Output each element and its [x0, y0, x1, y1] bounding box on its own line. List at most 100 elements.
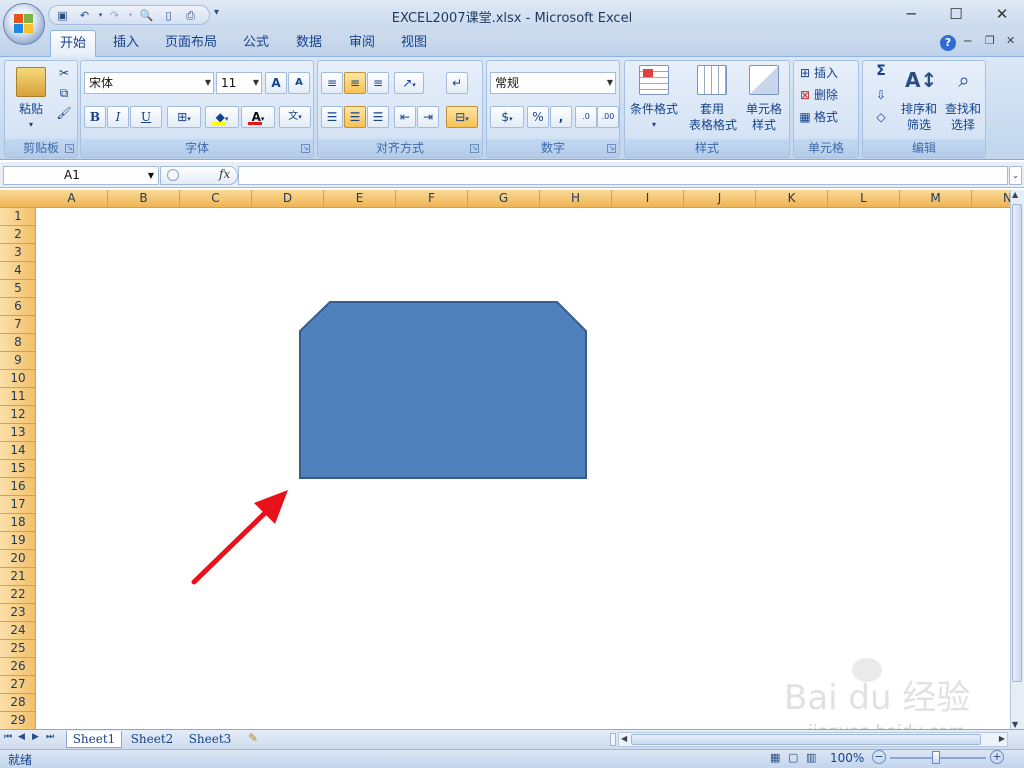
row-header[interactable]: 11 [0, 388, 35, 406]
zoom-slider-thumb[interactable] [932, 751, 940, 764]
tab-data[interactable]: 数据 [287, 32, 331, 56]
grow-font-button[interactable]: A [265, 72, 287, 94]
insert-sheet-icon[interactable]: ✎ [248, 731, 258, 745]
row-header[interactable]: 17 [0, 496, 35, 514]
copy-icon[interactable]: ⧉ [55, 85, 73, 101]
insert-function-button[interactable]: fx [219, 167, 230, 181]
number-format-select[interactable]: 常规 ▼ [490, 72, 616, 94]
insert-cells-button[interactable]: 插入 [814, 65, 856, 81]
paste-dropdown-icon[interactable]: ▾ [11, 117, 51, 133]
tab-split-handle[interactable] [610, 733, 616, 746]
row-header[interactable]: 8 [0, 334, 35, 352]
comma-button[interactable]: , [550, 106, 572, 128]
circle-handle-icon[interactable] [167, 169, 179, 181]
help-icon[interactable]: ? [940, 35, 956, 51]
cell-grid[interactable] [37, 208, 1010, 729]
autosum-button[interactable]: Σ [869, 63, 893, 79]
sort-filter-button[interactable]: 筛选 [895, 117, 943, 133]
underline-button[interactable]: U [130, 106, 162, 128]
decrease-indent-icon[interactable]: ⇤ [394, 106, 416, 128]
conditional-format-dropdown-icon[interactable]: ▾ [625, 117, 683, 133]
tab-view[interactable]: 视图 [392, 32, 436, 56]
sheet-tab-3[interactable]: Sheet3 [182, 731, 238, 748]
column-header[interactable]: E [324, 190, 396, 208]
decrease-decimal-icon[interactable]: .00 [597, 106, 619, 128]
sheet-tab-2[interactable]: Sheet2 [124, 731, 180, 748]
column-header[interactable]: D [252, 190, 324, 208]
row-header[interactable]: 13 [0, 424, 35, 442]
prev-sheet-icon[interactable]: ◀ [18, 732, 25, 742]
middle-align-icon[interactable]: ≡ [344, 72, 366, 94]
horizontal-scrollbar[interactable]: ◀ ▶ [618, 732, 1008, 747]
zoom-in-icon[interactable]: + [990, 750, 1004, 764]
format-table-line1[interactable]: 套用 [683, 101, 741, 117]
phonetic-icon[interactable]: 文▾ [279, 106, 311, 128]
row-header[interactable]: 14 [0, 442, 35, 460]
column-header[interactable]: L [828, 190, 900, 208]
font-name-select[interactable]: 宋体 ▼ [84, 72, 214, 94]
bottom-align-icon[interactable]: ≡ [367, 72, 389, 94]
percent-button[interactable]: % [527, 106, 549, 128]
row-header[interactable]: 16 [0, 478, 35, 496]
scroll-left-icon[interactable]: ◀ [621, 734, 627, 743]
row-header[interactable]: 21 [0, 568, 35, 586]
column-header[interactable]: F [396, 190, 468, 208]
row-header[interactable]: 25 [0, 640, 35, 658]
column-header[interactable]: K [756, 190, 828, 208]
column-header[interactable]: A [36, 190, 108, 208]
column-header[interactable]: G [468, 190, 540, 208]
tab-page-layout[interactable]: 页面布局 [158, 32, 224, 56]
row-header[interactable]: 26 [0, 658, 35, 676]
row-header[interactable]: 24 [0, 622, 35, 640]
page-layout-view-icon[interactable]: ▢ [788, 751, 798, 764]
minimize-button[interactable]: ─ [898, 4, 924, 24]
row-header[interactable]: 10 [0, 370, 35, 388]
page-break-view-icon[interactable]: ▥ [806, 751, 816, 764]
tab-formulas[interactable]: 公式 [234, 32, 278, 56]
row-header[interactable]: 19 [0, 532, 35, 550]
increase-decimal-icon[interactable]: .0 [575, 106, 597, 128]
row-header[interactable]: 15 [0, 460, 35, 478]
cut-icon[interactable]: ✂ [55, 65, 73, 81]
tab-insert[interactable]: 插入 [104, 32, 148, 56]
increase-indent-icon[interactable]: ⇥ [417, 106, 439, 128]
italic-button[interactable]: I [107, 106, 129, 128]
paste-icon[interactable] [16, 67, 46, 97]
top-align-icon[interactable]: ≡ [321, 72, 343, 94]
row-header[interactable]: 4 [0, 262, 35, 280]
align-center-icon[interactable]: ☰ [344, 106, 366, 128]
close-button[interactable]: ✕ [989, 4, 1015, 24]
normal-view-icon[interactable]: ▦ [770, 751, 780, 764]
ribbon-restore-icon[interactable]: ❐ [985, 34, 995, 47]
shrink-font-button[interactable]: A [288, 72, 310, 94]
currency-icon[interactable]: $▾ [490, 106, 524, 128]
scroll-up-icon[interactable]: ▲ [1012, 190, 1018, 199]
horizontal-scroll-thumb[interactable] [631, 734, 981, 745]
row-header[interactable]: 23 [0, 604, 35, 622]
wrap-text-icon[interactable]: ↵ [446, 72, 468, 94]
align-left-icon[interactable]: ☰ [321, 106, 343, 128]
cell-styles-line1[interactable]: 单元格 [737, 101, 791, 117]
vertical-scroll-thumb[interactable] [1012, 204, 1022, 682]
scroll-down-icon[interactable]: ▼ [1012, 720, 1018, 729]
merge-center-icon[interactable]: ⊟▾ [446, 106, 478, 128]
column-header[interactable]: B [108, 190, 180, 208]
align-right-icon[interactable]: ☰ [367, 106, 389, 128]
tab-home[interactable]: 开始 [50, 30, 96, 57]
row-header[interactable]: 18 [0, 514, 35, 532]
borders-button[interactable]: ⊞▾ [167, 106, 201, 128]
first-sheet-icon[interactable]: ⏮ [4, 732, 12, 742]
last-sheet-icon[interactable]: ⏭ [46, 732, 54, 742]
row-header[interactable]: 28 [0, 694, 35, 712]
maximize-button[interactable]: ☐ [943, 4, 969, 24]
cell-styles-button[interactable]: 样式 [737, 117, 791, 133]
zoom-out-icon[interactable]: − [872, 750, 886, 764]
alignment-launcher-icon[interactable]: ↘ [470, 144, 479, 153]
number-launcher-icon[interactable]: ↘ [607, 144, 616, 153]
column-header[interactable]: H [540, 190, 612, 208]
clear-icon[interactable]: ◇ [869, 109, 893, 125]
sheet-tab-1[interactable]: Sheet1 [66, 731, 122, 748]
find-select-button[interactable]: 选择 [939, 117, 987, 133]
row-header[interactable]: 29 [0, 712, 35, 729]
fill-color-icon[interactable]: ◆▾ [205, 106, 239, 128]
